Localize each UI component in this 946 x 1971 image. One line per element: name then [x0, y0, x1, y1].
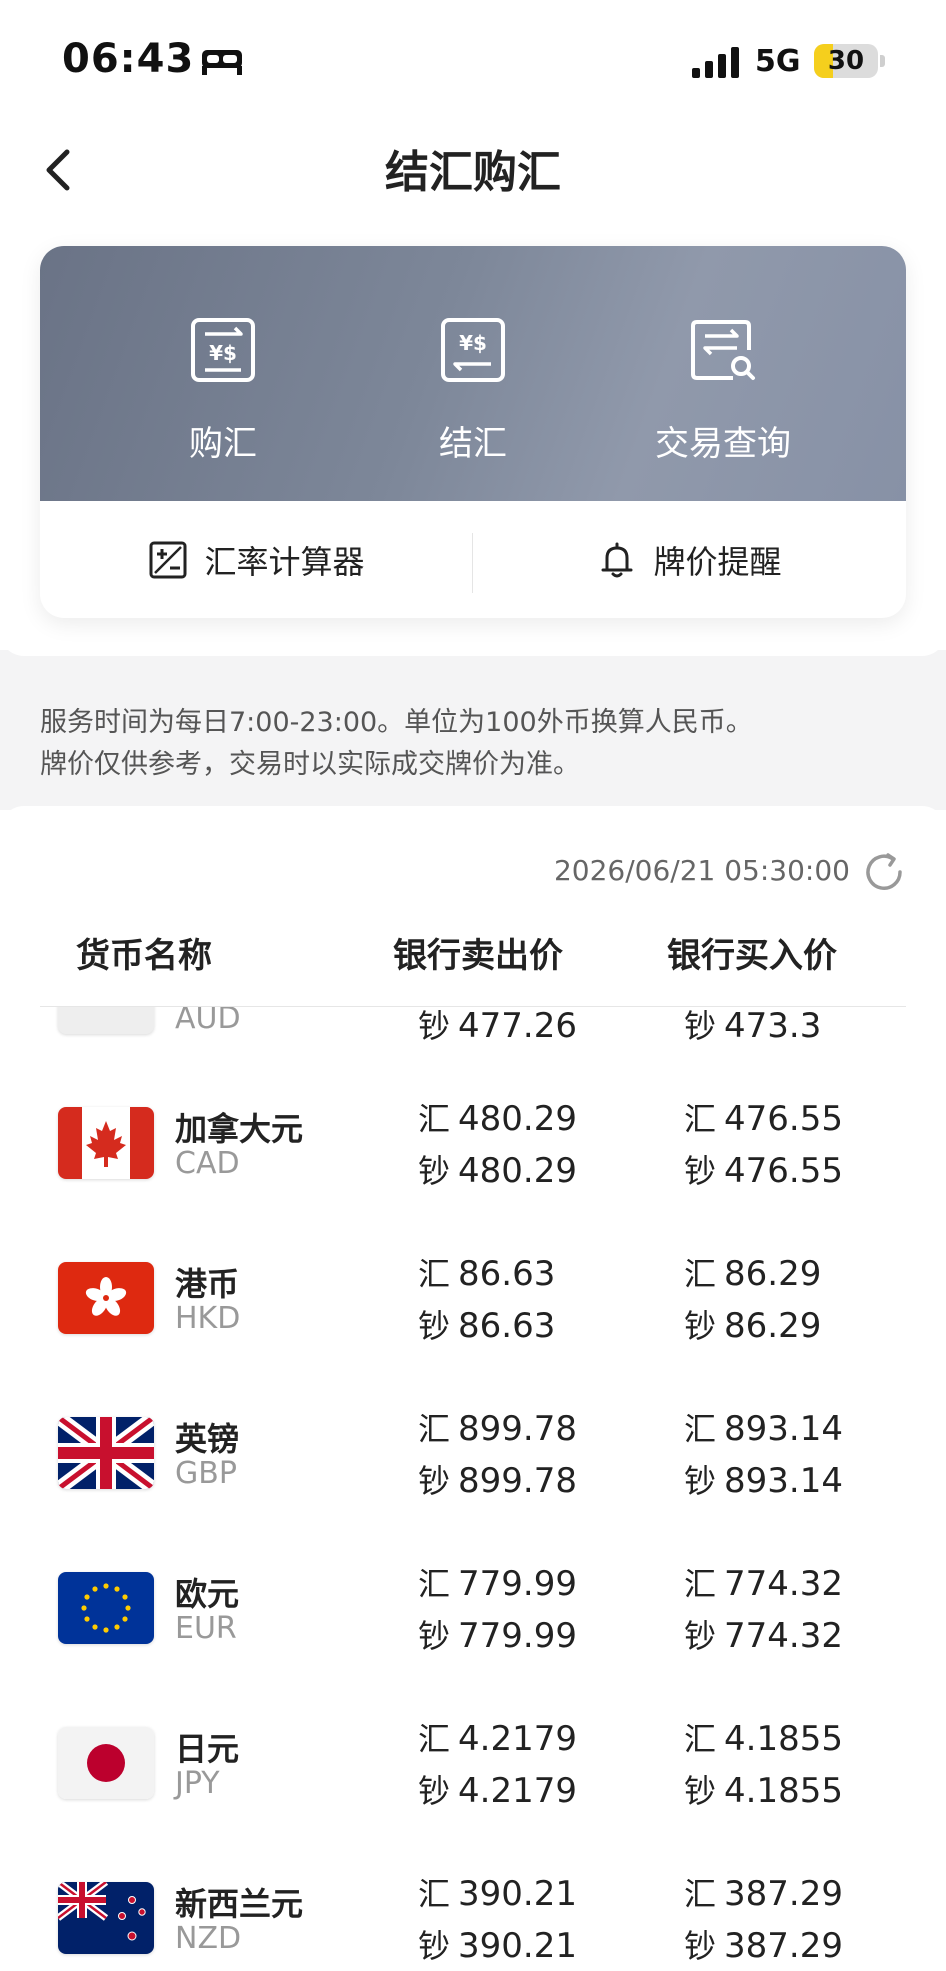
column-currency-name: 货币名称 — [76, 936, 212, 976]
japan-flag — [58, 1727, 154, 1799]
settle-fx-button[interactable]: ¥$ 结汇 — [329, 246, 617, 501]
buy-cash-price: 钞 387.29 — [684, 1926, 843, 1966]
rate-calculator-button[interactable]: 汇率计算器 — [40, 501, 473, 618]
sell-spot-price: 汇 779.99 — [418, 1564, 577, 1604]
battery-level: 30 — [827, 46, 865, 76]
currency-code: NZD — [175, 1921, 242, 1956]
bell-icon — [601, 542, 633, 577]
new-zealand-flag — [58, 1882, 154, 1954]
rate-row-hkd[interactable]: 港币 HKD 汇 86.63 钞 86.63 汇 86.29 钞 86.29 — [0, 1237, 946, 1392]
buy-fx-label: 购汇 — [189, 424, 257, 464]
buy-spot-price: 汇 774.32 — [684, 1564, 843, 1604]
network-type: 5G — [755, 44, 801, 79]
rate-calculator-label: 汇率计算器 — [204, 542, 365, 581]
currency-name: 新西兰元 — [175, 1885, 304, 1923]
sell-spot-price: 汇 899.78 — [418, 1409, 577, 1449]
buy-cash-price: 钞 774.32 — [684, 1616, 843, 1656]
currency-name: 日元 — [175, 1730, 240, 1768]
currency-name: 英镑 — [175, 1420, 240, 1458]
buy-fx-icon: ¥$ — [191, 318, 255, 382]
rate-row-nzd[interactable]: 新西兰元 NZD 汇 390.21 钞 390.21 汇 387.29 钞 387.29 — [0, 1857, 946, 1971]
uk-flag — [58, 1417, 154, 1489]
sell-spot-price: 汇 86.63 — [418, 1254, 556, 1294]
chevron-left-icon — [46, 149, 70, 191]
currency-code: GBP — [175, 1456, 237, 1491]
page-title: 结汇购汇 — [385, 147, 561, 198]
currency-name: 港币 — [175, 1265, 240, 1303]
currency-name: 欧元 — [175, 1575, 240, 1613]
rate-row-jpy[interactable]: 日元 JPY 汇 4.2179 钞 4.2179 汇 4.1855 钞 4.1855 — [0, 1702, 946, 1857]
currency-code: HKD — [175, 1301, 241, 1336]
buy-cash-price: 钞 476.55 — [684, 1151, 843, 1191]
sell-spot-price: 汇 4.2179 — [418, 1719, 577, 1759]
canada-flag — [58, 1107, 154, 1179]
service-notice: 服务时间为每日7:00-23:00。单位为100外币换算人民币。 牌价仅供参考，… — [40, 702, 910, 786]
settle-fx-label: 结汇 — [439, 424, 507, 464]
buy-spot-price: 汇 86.29 — [684, 1254, 822, 1294]
sell-cash-price: 钞 390.21 — [418, 1926, 577, 1966]
partial-flag — [58, 1007, 154, 1034]
rate-row-eur[interactable]: 欧元 EUR 汇 779.99 钞 779.99 汇 774.32 钞 774.32 — [0, 1547, 946, 1702]
buy-spot-price: 汇 4.1855 — [684, 1719, 843, 1759]
hong-kong-flag — [58, 1262, 154, 1334]
status-time: 06:43 — [62, 36, 195, 82]
sell-cash-price: 钞 779.99 — [418, 1616, 577, 1656]
buy-spot-price: 汇 476.55 — [684, 1099, 843, 1139]
rates-list[interactable]: AUD 钞 477.26 钞 473.3 加拿大元 CAD 汇 480.29 钞 480… — [0, 1007, 946, 1971]
signal-bars-icon — [692, 47, 739, 78]
sell-cash-price: 钞 4.2179 — [418, 1771, 577, 1811]
buy-spot-price: 汇 387.29 — [684, 1874, 843, 1914]
currency-code: JPY — [175, 1766, 220, 1801]
transaction-query-button[interactable]: 交易查询 — [579, 246, 867, 501]
currency-code: CAD — [175, 1146, 240, 1181]
price-alert-label: 牌价提醒 — [653, 542, 782, 581]
notice-line-1: 服务时间为每日7:00-23:00。单位为100外币换算人民币。 — [40, 707, 753, 738]
eu-flag — [58, 1572, 154, 1644]
calculator-icon — [149, 541, 187, 578]
sell-spot-price: 汇 480.29 — [418, 1099, 577, 1139]
column-bank-sell: 银行卖出价 — [393, 936, 563, 976]
svg-text:¥$: ¥$ — [209, 341, 237, 365]
update-row: 2026/06/21 05:30:00 — [0, 846, 946, 896]
sell-spot-price: 汇 390.21 — [418, 1874, 577, 1914]
column-bank-buy: 银行买入价 — [667, 936, 837, 976]
fx-action-card: ¥$ 购汇 ¥$ 结汇 交易查询 汇率计算器 牌价提醒 — [40, 246, 906, 618]
notice-line-2: 牌价仅供参考，交易时以实际成交牌价为准。 — [40, 749, 580, 780]
rate-row-partial[interactable]: AUD 钞 477.26 钞 473.3 — [0, 1007, 946, 1092]
price-alert-button[interactable]: 牌价提醒 — [473, 501, 906, 618]
buy-spot-price: 汇 893.14 — [684, 1409, 843, 1449]
status-bar: 06:43 5G 30 — [0, 0, 946, 110]
refresh-icon[interactable] — [862, 850, 906, 894]
svg-text:¥$: ¥$ — [459, 331, 487, 355]
sell-cash-price: 钞 477.26 — [418, 1007, 577, 1046]
transaction-query-label: 交易查询 — [655, 424, 791, 464]
table-header: 货币名称 银行卖出价 银行买入价 — [0, 916, 946, 996]
buy-cash-price: 钞 4.1855 — [684, 1771, 843, 1811]
settle-fx-icon: ¥$ — [441, 318, 505, 382]
sell-cash-price: 钞 86.63 — [418, 1306, 556, 1346]
back-button[interactable] — [28, 140, 88, 200]
tool-bar: 汇率计算器 牌价提醒 — [40, 501, 906, 618]
currency-code: EUR — [175, 1611, 237, 1646]
transaction-query-icon — [691, 320, 755, 380]
battery-indicator: 30 — [814, 44, 878, 78]
currency-name: 加拿大元 — [175, 1110, 304, 1148]
buy-cash-price: 钞 893.14 — [684, 1461, 843, 1501]
currency-code: AUD — [175, 1007, 241, 1036]
fx-action-panel: ¥$ 购汇 ¥$ 结汇 交易查询 — [40, 246, 906, 501]
sell-cash-price: 钞 480.29 — [418, 1151, 577, 1191]
battery-nub — [880, 55, 885, 67]
rate-row-cad[interactable]: 加拿大元 CAD 汇 480.29 钞 480.29 汇 476.55 钞 476.55 — [0, 1082, 946, 1237]
rate-row-gbp[interactable]: 英镑 GBP 汇 899.78 钞 899.78 汇 893.14 钞 893.14 — [0, 1392, 946, 1547]
buy-cash-price: 钞 473.3 — [684, 1007, 822, 1046]
buy-cash-price: 钞 86.29 — [684, 1306, 822, 1346]
buy-fx-button[interactable]: ¥$ 购汇 — [79, 246, 367, 501]
update-time: 2026/06/21 05:30:00 — [553, 854, 850, 887]
sleep-bed-icon — [202, 50, 242, 75]
rates-panel: 2026/06/21 05:30:00 货币名称 银行卖出价 银行买入价 AUD… — [0, 806, 946, 1971]
sell-cash-price: 钞 899.78 — [418, 1461, 577, 1501]
